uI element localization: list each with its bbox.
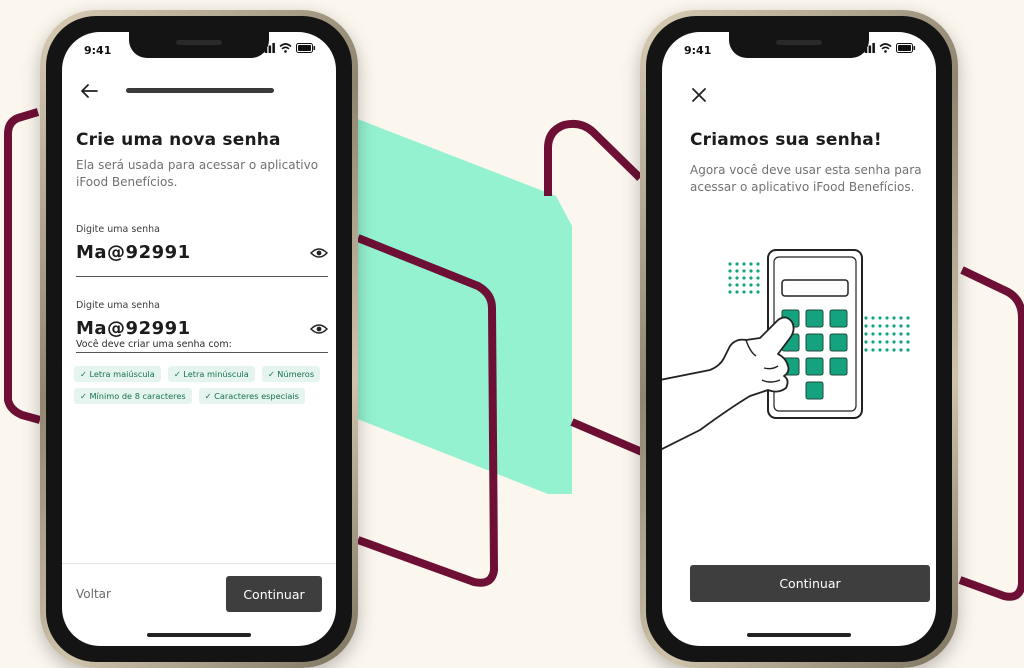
battery-icon bbox=[896, 43, 916, 53]
maroon-line-connector bbox=[570, 418, 644, 456]
wifi-icon bbox=[879, 43, 892, 53]
phone-left: 9:41 Crie uma nova senha Ela será usada … bbox=[40, 10, 358, 668]
hand bbox=[662, 316, 795, 450]
confirm-password-value[interactable]: Ma@92991 bbox=[76, 318, 191, 339]
requirement-chip-uppercase: ✓ Letra maiúscula bbox=[74, 366, 161, 382]
page-subtitle: Ela será usada para acessar o aplicativo… bbox=[76, 158, 319, 189]
password-value[interactable]: Ma@92991 bbox=[76, 242, 191, 263]
requirement-chip-lowercase: ✓ Letra minúscula bbox=[167, 366, 255, 382]
maroon-frame-left bbox=[4, 108, 42, 424]
password-field[interactable]: Ma@92991 bbox=[76, 242, 328, 277]
dot-pattern-left bbox=[728, 262, 760, 294]
status-time: 9:41 bbox=[684, 44, 712, 57]
device-display bbox=[781, 279, 849, 297]
requirement-chip-numbers: ✓ Números bbox=[261, 366, 321, 382]
status-time: 9:41 bbox=[84, 44, 112, 57]
continue-button[interactable]: Continuar bbox=[226, 576, 322, 612]
requirement-chip-special-chars: ✓ Caracteres especiais bbox=[198, 388, 305, 404]
requirements-list: ✓ Letra maiúscula ✓ Letra minúscula ✓ Nú… bbox=[74, 366, 336, 404]
phone-left-bezel: 9:41 Crie uma nova senha Ela será usada … bbox=[46, 16, 352, 662]
confirm-password-field-label: Digite uma senha bbox=[76, 300, 160, 311]
dot-pattern-right bbox=[864, 316, 910, 352]
phone-right-bezel: 9:41 Criamos sua senha! Agora você deve … bbox=[646, 16, 952, 662]
password-created-screen: 9:41 Criamos sua senha! Agora você deve … bbox=[662, 32, 936, 646]
eye-icon[interactable] bbox=[310, 246, 328, 260]
signal-icon bbox=[861, 43, 875, 53]
close-icon[interactable] bbox=[690, 86, 708, 104]
home-indicator bbox=[147, 633, 251, 637]
notch bbox=[129, 32, 269, 58]
requirement-chip-min-length: ✓ Mínimo de 8 caracteres bbox=[74, 388, 192, 404]
speaker bbox=[176, 40, 222, 45]
notch bbox=[729, 32, 869, 58]
hand-pressing-keypad-illustration bbox=[662, 249, 910, 450]
page-title: Criamos sua senha! bbox=[690, 130, 882, 150]
back-link[interactable]: Voltar bbox=[76, 587, 111, 601]
eye-icon[interactable] bbox=[310, 322, 328, 336]
footer-divider bbox=[62, 563, 336, 564]
phone-right: 9:41 Criamos sua senha! Agora você deve … bbox=[640, 10, 958, 668]
continue-button[interactable]: Continuar bbox=[690, 565, 930, 602]
maroon-frame-right bbox=[958, 266, 1024, 601]
page-subtitle: Agora você deve usar esta senha para ace… bbox=[690, 163, 922, 194]
password-field-label: Digite uma senha bbox=[76, 224, 160, 235]
arrow-left-icon[interactable] bbox=[78, 80, 100, 102]
status-icons bbox=[861, 43, 916, 53]
battery-icon bbox=[296, 43, 316, 53]
requirements-title: Você deve criar uma senha com: bbox=[76, 339, 232, 350]
maroon-frame-center-top bbox=[544, 119, 643, 196]
progress-bar bbox=[126, 88, 274, 93]
page-title: Crie uma nova senha bbox=[76, 130, 281, 150]
speaker bbox=[776, 40, 822, 45]
signal-icon bbox=[261, 43, 275, 53]
teal-shape bbox=[355, 118, 572, 494]
create-password-screen: 9:41 Crie uma nova senha Ela será usada … bbox=[62, 32, 336, 646]
status-icons bbox=[261, 43, 316, 53]
home-indicator bbox=[747, 633, 851, 637]
wifi-icon bbox=[279, 43, 292, 53]
